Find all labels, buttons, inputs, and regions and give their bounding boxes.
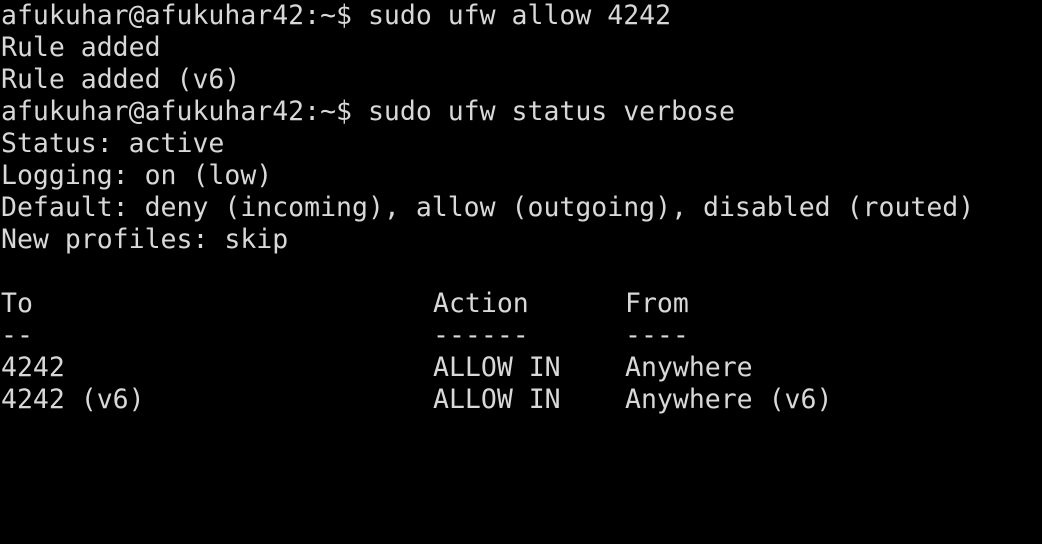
row-from: Anywhere — [625, 352, 753, 383]
output-logging: Logging: on (low) — [1, 160, 273, 191]
rules-table-separator: -- ------ ---- — [0, 320, 1042, 352]
header-action: Action — [433, 288, 529, 319]
row-action: ALLOW IN — [433, 384, 561, 415]
terminal-window[interactable]: afukuhar@afukuhar42:~$ sudo ufw allow 42… — [0, 0, 1042, 440]
separator-from: ---- — [625, 320, 689, 351]
table-row: 4242 (v6) ALLOW IN Anywhere (v6) — [0, 384, 1042, 416]
output-default-policy: Default: deny (incoming), allow (outgoin… — [1, 192, 975, 223]
row-from: Anywhere (v6) — [625, 384, 833, 415]
row-to: 4242 — [1, 352, 65, 383]
output-rule-added-v6: Rule added (v6) — [1, 64, 241, 95]
output-rule-added: Rule added — [1, 32, 161, 63]
header-from: From — [625, 288, 689, 319]
output-status: Status: active — [1, 128, 225, 159]
rules-table-header: To Action From — [0, 288, 1042, 320]
separator-action: ------ — [433, 320, 529, 351]
command-line-allow: afukuhar@afukuhar42:~$ sudo ufw allow 42… — [1, 0, 672, 31]
output-new-profiles: New profiles: skip — [1, 224, 289, 255]
table-row: 4242 ALLOW IN Anywhere — [0, 352, 1042, 384]
separator-to: -- — [1, 320, 33, 351]
row-action: ALLOW IN — [433, 352, 561, 383]
header-to: To — [1, 288, 33, 319]
row-to: 4242 (v6) — [1, 384, 145, 415]
command-line-status: afukuhar@afukuhar42:~$ sudo ufw status v… — [1, 96, 735, 127]
